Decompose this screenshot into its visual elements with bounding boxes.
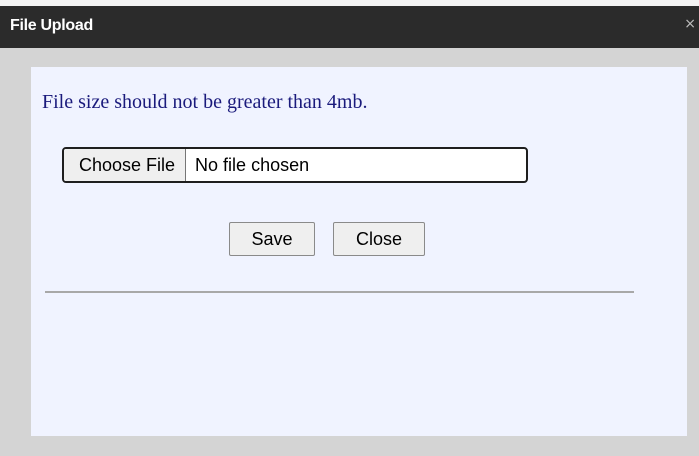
save-button[interactable]: Save (229, 222, 315, 256)
dialog-content: File size should not be greater than 4mb… (31, 67, 687, 436)
dialog-titlebar[interactable]: File Upload × (0, 6, 699, 48)
close-icon[interactable]: × (684, 16, 696, 32)
dialog-title: File Upload (10, 17, 93, 34)
close-button[interactable]: Close (333, 222, 425, 256)
file-status-text: No file chosen (195, 154, 310, 175)
divider (45, 291, 634, 293)
choose-file-button[interactable]: Choose File (64, 149, 187, 181)
file-input[interactable]: Choose File No file chosen (62, 147, 528, 183)
file-size-message: File size should not be greater than 4mb… (42, 91, 368, 113)
file-upload-dialog: File Upload × File size should not be gr… (0, 0, 699, 456)
